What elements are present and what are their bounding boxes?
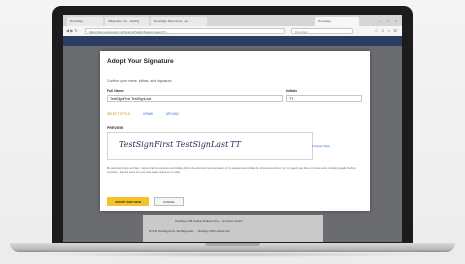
laptop-notch (205, 243, 260, 246)
signature-preview-box: TestSignFirst TestSignLast TT (107, 132, 313, 160)
browser-search-input[interactable]: DocuSign (291, 28, 353, 34)
adopt-signature-dialog: Adopt Your Signature Confirm your name, … (100, 51, 370, 211)
full-name-label: Full Name (107, 89, 124, 93)
window-controls[interactable]: – □ × (380, 18, 399, 23)
dialog-title: Adopt Your Signature (107, 58, 174, 65)
initials-input[interactable]: TT (286, 95, 362, 102)
browser-tab[interactable]: Wikipedia - Ri... Facility (105, 17, 149, 26)
browser-tab-active[interactable]: DocuSign (315, 17, 359, 26)
change-style-link[interactable]: Change Style (312, 144, 330, 148)
toolbar-icon[interactable]: ☆ ⇩ ⌂ ☰ (375, 28, 398, 33)
signature-style-options: SELECT STYLE DRAW UPLOAD (107, 112, 191, 116)
legal-disclaimer: By selecting Adopt and Sign, I agree tha… (107, 167, 356, 174)
initials-label: Initials (286, 89, 298, 93)
cancel-button[interactable]: CANCEL (154, 197, 184, 206)
signature-preview: TestSignFirst TestSignLast (119, 140, 229, 149)
address-input[interactable]: https://demo.docusign.net/Signing/StartI… (85, 28, 285, 34)
back-forward-icon[interactable]: ◀ ▶ ↻ (66, 28, 78, 33)
preview-label: PREVIEW (107, 126, 124, 130)
upload-link[interactable]: UPLOAD (166, 112, 179, 116)
browser-tab[interactable]: DocuSign (67, 17, 103, 26)
laptop-shadow (30, 252, 435, 257)
initials-preview: TT (230, 140, 241, 149)
full-name-input[interactable]: TestSignFirst TestSignLast (107, 95, 283, 102)
adopt-and-sign-button[interactable]: ADOPT AND SIGN (107, 197, 149, 206)
select-style-link[interactable]: SELECT STYLE (107, 112, 130, 116)
dialog-subtitle: Confirm your name, initials, and signatu… (107, 79, 173, 83)
app-header (63, 36, 402, 46)
browser-tab[interactable]: DocuSign Resources...ap... (151, 17, 207, 26)
document-text: NTLM TestSignFirst TestSignLast ... Test… (149, 229, 230, 233)
background-document: TestSign 228 Hollow Dollars Cha... Contr… (143, 215, 323, 242)
draw-link[interactable]: DRAW (143, 112, 153, 116)
document-text: TestSign 228 Hollow Dollars Cha... Contr… (175, 219, 243, 223)
